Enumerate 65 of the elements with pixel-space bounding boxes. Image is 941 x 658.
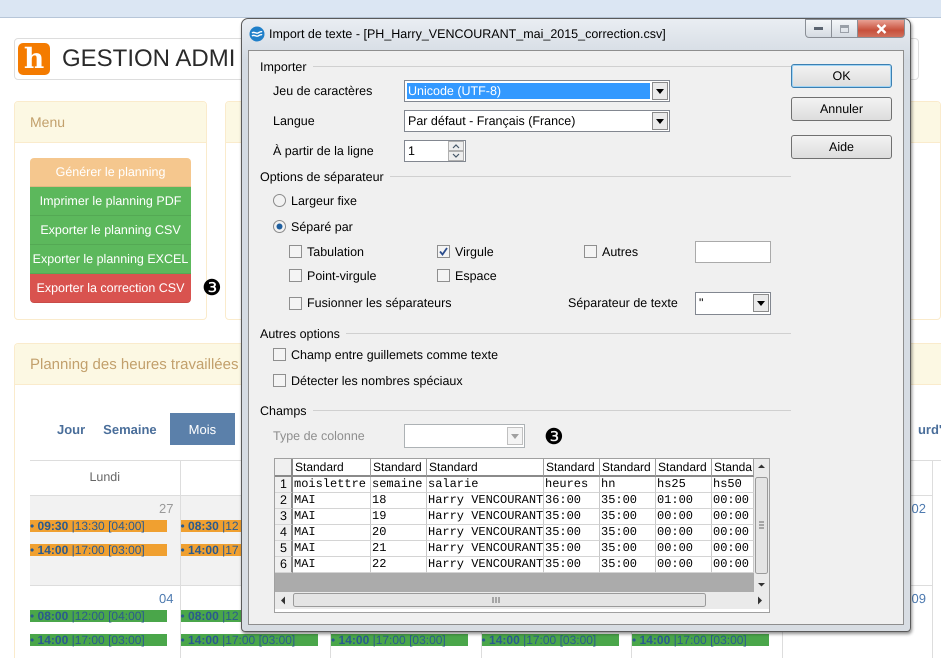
field-label: Langue	[273, 114, 316, 128]
table-cell: salarie	[427, 476, 544, 493]
table-cell: 35:00	[544, 508, 600, 525]
table-cell: 00:00	[656, 508, 712, 525]
field-label: Jeu de caractères	[273, 84, 374, 98]
table-cell: 21	[371, 540, 427, 557]
day-number: 04	[159, 591, 174, 606]
table-cell: MAI	[293, 524, 371, 541]
table-cell: 35:00	[600, 540, 656, 557]
section-heading: Autres options	[260, 326, 340, 341]
checkbox-label: Tabulation	[307, 244, 364, 259]
table-cell: 35:00	[544, 524, 600, 541]
table-cell: 18	[371, 492, 427, 509]
table-cell: 19	[371, 508, 427, 525]
step-marker: ❸	[544, 427, 564, 449]
section-heading: Importer	[260, 60, 307, 74]
table-cell: heures	[544, 476, 600, 493]
table-cell: 35:00	[600, 492, 656, 509]
radio-label: Largeur fixe	[291, 194, 358, 208]
checkbox-label: Point-virgule	[307, 268, 376, 283]
app-title: GESTION ADMI	[62, 45, 236, 73]
table-cell: Harry VENCOURANT	[427, 508, 544, 525]
table-cell: 35:00	[600, 508, 656, 525]
checkbox-label: Espace	[455, 268, 497, 283]
table-cell: 36:00	[544, 492, 600, 509]
table-cell: 35:00	[600, 524, 656, 541]
row-number: 5	[275, 540, 293, 557]
row-number: 1	[275, 476, 293, 493]
row-number: 3	[275, 508, 293, 525]
checkbox-label: Fusionner les séparateurs	[307, 296, 452, 310]
table-cell: moislettre	[293, 476, 371, 493]
row-number: 4	[275, 524, 293, 541]
table-cell: 01:00	[656, 492, 712, 509]
table-cell: MAI	[293, 508, 371, 525]
field-label: Type de colonne	[273, 428, 366, 443]
section-heading: Options de séparateur	[260, 170, 384, 184]
table-cell: Harry VENCOURANT	[427, 492, 544, 509]
table-cell: hs25	[656, 476, 712, 493]
radio-label: Séparé par	[291, 220, 353, 234]
table-cell: 20	[371, 524, 427, 541]
day-number: 27	[159, 501, 174, 516]
row-number: 6	[275, 556, 293, 573]
table-cell: 35:00	[544, 540, 600, 557]
table-cell: Harry VENCOURANT	[427, 540, 544, 557]
table-cell: 00:00	[656, 540, 712, 557]
field-label: À partir de la ligne	[273, 144, 375, 158]
day-number: 09	[912, 591, 926, 606]
table-cell: hn	[600, 476, 656, 493]
checkbox-label: Détecter les nombres spéciaux	[291, 374, 463, 388]
checkbox-label: Virgule	[455, 244, 494, 259]
table-cell: Harry VENCOURANT	[427, 524, 544, 541]
table-cell: semaine	[371, 476, 427, 493]
table-cell: 00:00	[656, 524, 712, 541]
logo: h	[18, 43, 50, 75]
window-title: Import de texte - [PH_Harry_VENCOURANT_mai_2015_correction.csv]	[269, 27, 667, 42]
step-marker: ❸	[202, 278, 222, 300]
row-number: 2	[275, 492, 293, 509]
section-heading: Champs	[260, 404, 307, 418]
day-number: 02	[912, 501, 926, 516]
table-cell: MAI	[293, 492, 371, 509]
checkbox-label: Champ entre guillemets comme texte	[291, 348, 498, 362]
field-label: Séparateur de texte	[568, 296, 679, 310]
panel-title: Menu	[15, 102, 206, 143]
checkbox-label: Autres	[602, 244, 638, 259]
table-cell: MAI	[293, 540, 371, 557]
